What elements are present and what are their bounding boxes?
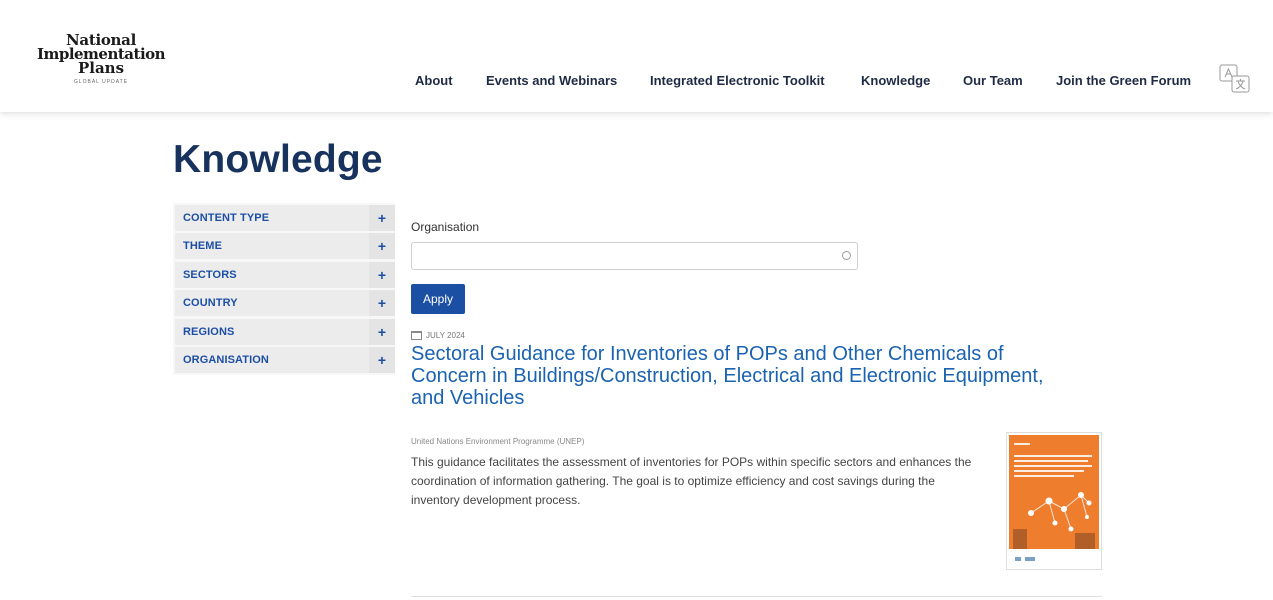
expand-plus-icon[interactable]: + (369, 318, 395, 345)
result-date: JULY 2024 (426, 330, 465, 340)
filter-label: REGIONS (183, 325, 235, 338)
result-date-row: JULY 2024 (411, 329, 465, 341)
nav-item-our-team[interactable]: Our Team (963, 73, 1023, 88)
site-header: National Implementation Plans GLOBAL UPD… (0, 0, 1273, 112)
filter-label: SECTORS (183, 268, 237, 281)
organisation-select[interactable] (411, 242, 858, 270)
filter-label: THEME (183, 240, 222, 253)
calendar-icon (411, 330, 422, 340)
nav-item-about[interactable]: About (415, 73, 453, 88)
organisation-label: Organisation (411, 220, 480, 234)
page-title: Knowledge (173, 138, 383, 181)
filter-country[interactable]: COUNTRY + (175, 290, 395, 317)
result-thumbnail[interactable] (1006, 432, 1102, 570)
filter-regions[interactable]: REGIONS + (175, 318, 395, 345)
select-circle-icon (842, 251, 851, 260)
result-source: United Nations Environment Programme (UN… (411, 437, 585, 446)
nav-item-join-the-green-forum[interactable]: Join the Green Forum (1056, 73, 1191, 88)
expand-plus-icon[interactable]: + (369, 261, 395, 288)
filter-organisation[interactable]: ORGANISATION + (175, 346, 395, 373)
expand-plus-icon[interactable]: + (369, 290, 395, 317)
document-cover-image (1009, 435, 1099, 549)
nav-item-events-and-webinars[interactable]: Events and Webinars (486, 73, 617, 88)
site-logo[interactable]: National Implementation Plans GLOBAL UPD… (34, 33, 168, 86)
logo-tagline: GLOBAL UPDATE (73, 79, 129, 85)
logo-line-3: Plans (77, 59, 125, 77)
expand-plus-icon[interactable]: + (369, 205, 395, 231)
filter-content-type[interactable]: CONTENT TYPE + (175, 205, 395, 231)
expand-plus-icon[interactable]: + (369, 233, 395, 260)
filter-label: CONTENT TYPE (183, 212, 270, 224)
filter-sidebar: CONTENT TYPE + THEME + SECTORS + COUNTRY… (173, 203, 395, 375)
filter-sectors[interactable]: SECTORS + (175, 261, 395, 288)
result-divider (411, 596, 1102, 597)
filter-theme[interactable]: THEME + (175, 233, 395, 260)
filter-label: COUNTRY (183, 297, 238, 310)
thumbnail-footer (1009, 551, 1099, 567)
translate-icon[interactable] (1219, 64, 1251, 94)
result-description: This guidance facilitates the assessment… (411, 455, 972, 507)
nav-item-knowledge[interactable]: Knowledge (861, 73, 930, 88)
expand-plus-icon[interactable]: + (369, 346, 395, 373)
result-title-link[interactable]: Sectoral Guidance for Inventories of POP… (411, 343, 1071, 409)
apply-button[interactable]: Apply (411, 284, 465, 314)
filter-label: ORGANISATION (183, 353, 269, 366)
nav-item-integrated-electronic-toolkit[interactable]: Integrated Electronic Toolkit (650, 73, 825, 88)
